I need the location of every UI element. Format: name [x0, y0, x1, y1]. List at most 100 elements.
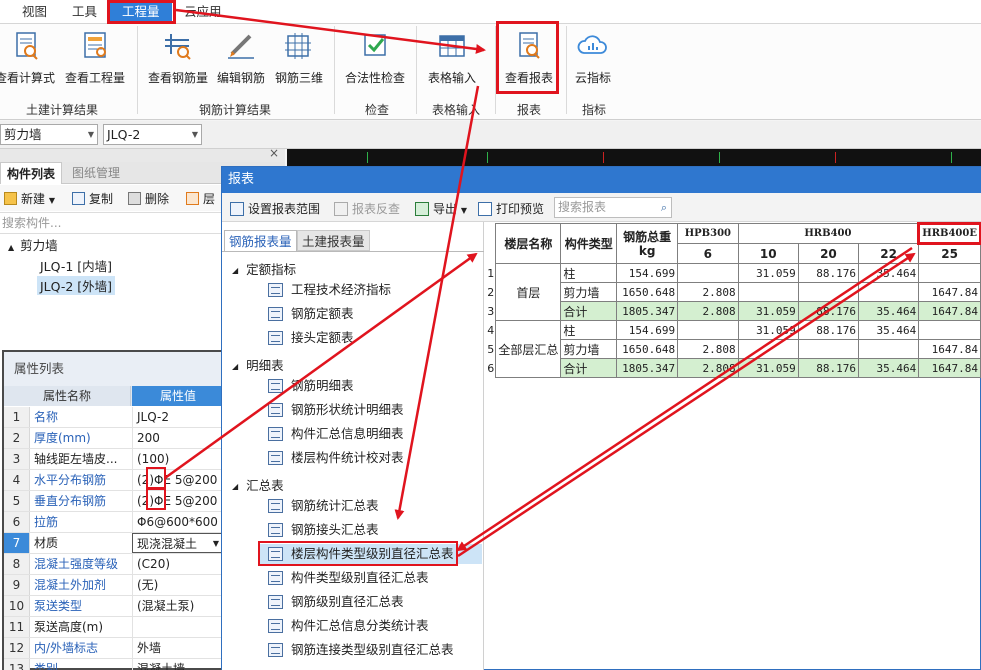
property-row[interactable]: 11 泵送高度(m) [4, 617, 224, 638]
report-item[interactable]: 钢筋级别直径汇总表 [268, 592, 404, 612]
property-value[interactable]: 200 [132, 428, 224, 448]
property-row[interactable]: 7 材质 现浇混凝土 ▼ [4, 533, 224, 554]
report-item-label: 钢筋级别直径汇总表 [291, 594, 404, 609]
close-icon[interactable]: × [269, 146, 279, 160]
property-name: 名称 [34, 410, 59, 424]
print-preview-button[interactable]: 打印预览 [478, 200, 544, 217]
component-select[interactable]: JLQ-2 ▼ [103, 124, 202, 145]
report-item[interactable]: 钢筋明细表 [268, 376, 354, 396]
report-lookup-button[interactable]: 报表反查 [334, 200, 400, 217]
cloud-index-button[interactable]: 云指标 [570, 30, 616, 86]
copy-label: 复制 [89, 192, 114, 206]
new-button[interactable]: 新建 ▼ [4, 190, 55, 207]
value-cell: 2.808 [677, 301, 739, 321]
value-cell: 88.176 [797, 358, 860, 378]
report-group[interactable]: ◢ 汇总表 [232, 475, 284, 494]
tab-rebar-report[interactable]: 钢筋报表量 [224, 230, 297, 251]
col-property-value[interactable]: 属性值 [132, 386, 224, 406]
row-number: 6 [487, 361, 495, 375]
report-item[interactable]: 工程技术经济指标 [268, 280, 391, 300]
tree-root-label: 剪力墙 [20, 238, 58, 253]
dialog-toolbar: 设置报表范围 报表反查 导出 ▼ 打印预览 搜索报表 ⌕ [222, 193, 981, 222]
set-report-range-button[interactable]: 设置报表范围 [230, 200, 320, 217]
property-row[interactable]: 9 混凝土外加剂 (无) [4, 575, 224, 596]
report-item[interactable]: 钢筋形状统计明细表 [268, 400, 404, 420]
report-item[interactable]: 接头定额表 [268, 328, 354, 348]
highlight-box-report-item [258, 541, 458, 566]
property-row[interactable]: 6 拉筋 Φ6@600*600 [4, 512, 224, 533]
report-item[interactable]: 楼层构件统计校对表 [268, 448, 404, 468]
table-input-button[interactable]: 表格输入 [424, 30, 480, 86]
report-item[interactable]: 钢筋连接类型级别直径汇总表 [268, 640, 454, 660]
rebar-3d-button[interactable]: 钢筋三维 [272, 30, 326, 86]
highlight-box-rebar-symbol [146, 467, 166, 489]
property-value[interactable]: (C20) [132, 554, 224, 574]
canvas-tick [603, 152, 604, 163]
report-item[interactable]: 钢筋统计汇总表 [268, 496, 379, 516]
row-number: 3 [487, 304, 495, 318]
chevron-down-icon: ▼ [48, 196, 55, 205]
report-item[interactable]: 构件汇总信息明细表 [268, 424, 404, 444]
delete-icon [128, 192, 141, 205]
tree-node-jlq1[interactable]: JLQ-1 [内墙] [40, 256, 112, 275]
tab-drawing-manager[interactable]: 图纸管理 [66, 162, 126, 184]
menu-view[interactable]: 视图 [22, 3, 47, 21]
property-value[interactable]: 外墙 [132, 638, 224, 658]
report-item[interactable]: 构件汇总信息分类统计表 [268, 616, 429, 636]
property-row[interactable]: 5 垂直分布钢筋 (2)ΦE 5@200 [4, 491, 224, 512]
tab-component-list[interactable]: 构件列表 [0, 162, 63, 184]
report-item[interactable]: 构件类型级别直径汇总表 [268, 568, 429, 588]
delete-button[interactable]: 删除 [128, 190, 169, 207]
report-group[interactable]: ◢ 明细表 [232, 355, 284, 374]
tab-underline [222, 251, 484, 252]
tab-civil-report[interactable]: 土建报表量 [297, 230, 370, 251]
highlight-box-report [496, 21, 559, 94]
tree-node-root[interactable]: ▲ 剪力墙 [8, 235, 58, 254]
property-value[interactable] [132, 617, 224, 637]
view-rebar-button[interactable]: 查看钢筋量 [146, 30, 210, 86]
property-value[interactable]: (100) [132, 449, 224, 469]
layer-button[interactable]: 层 [186, 190, 215, 207]
formula-icon [16, 32, 38, 60]
dialog-title: 报表 [222, 167, 981, 193]
edit-rebar-button[interactable]: 编辑钢筋 [214, 30, 268, 86]
property-row[interactable]: 12 内/外墙标志 外墙 [4, 638, 224, 659]
report-group[interactable]: ◢ 定额指标 [232, 259, 296, 278]
search-icon[interactable]: ⌕ [661, 198, 667, 217]
chevron-down-icon[interactable]: ▼ [213, 534, 219, 552]
property-row[interactable]: 8 混凝土强度等级 (C20) [4, 554, 224, 575]
property-row[interactable]: 4 水平分布钢筋 (2)ΦE 5@200 [4, 470, 224, 491]
menu-cloud[interactable]: 云应用 [184, 3, 222, 21]
report-item[interactable]: 钢筋定额表 [268, 304, 354, 324]
property-row[interactable]: 10 泵送类型 (混凝土泵) [4, 596, 224, 617]
legality-check-button[interactable]: 合法性检查 [343, 30, 407, 86]
component-type-select[interactable]: 剪力墙 ▼ [0, 124, 98, 145]
report-search-input[interactable]: 搜索报表 ⌕ [554, 197, 672, 218]
property-name: 材质 [34, 536, 59, 550]
value-cell [797, 339, 860, 359]
property-value[interactable]: 混凝土墙 [132, 659, 224, 670]
copy-button[interactable]: 复制 [72, 190, 113, 207]
report-tree-pane: 钢筋报表量 土建报表量 ◢ 定额指标工程技术经济指标 钢筋定额表接头定额表 ◢ 明细表钢… [222, 222, 484, 670]
report-doc-icon [268, 427, 283, 441]
report-item[interactable]: 钢筋接头汇总表 [268, 520, 379, 540]
report-item-label: 钢筋接头汇总表 [291, 522, 379, 537]
property-value[interactable]: JLQ-2 [132, 407, 224, 427]
view-quantity-button[interactable]: 查看工程量 [64, 30, 126, 86]
menu-tools[interactable]: 工具 [72, 3, 97, 21]
drawing-canvas[interactable] [287, 149, 981, 166]
property-row[interactable]: 13 类别 混凝土墙 [4, 659, 224, 670]
property-value[interactable]: Φ6@600*600 [132, 512, 224, 532]
property-value[interactable]: 现浇混凝土 ▼ [132, 533, 224, 553]
view-formula-button[interactable]: 查看计算式 [0, 30, 56, 86]
layer-label: 层 [203, 192, 216, 206]
property-panel-title: 属性列表 [4, 352, 224, 386]
tree-node-jlq2[interactable]: JLQ-2 [外墙] [37, 276, 116, 295]
property-row[interactable]: 1 名称 JLQ-2 [4, 407, 224, 428]
property-row[interactable]: 3 轴线距左墙皮... (100) [4, 449, 224, 470]
property-value[interactable]: (混凝土泵) [132, 596, 224, 616]
report-table: 楼层名称 构件类型 钢筋总重 kg HPB300 HRB400 HRB400E 6… [486, 222, 981, 378]
property-row[interactable]: 2 厚度(mm) 200 [4, 428, 224, 449]
property-value[interactable]: (无) [132, 575, 224, 595]
export-button[interactable]: 导出 ▼ [415, 200, 467, 217]
